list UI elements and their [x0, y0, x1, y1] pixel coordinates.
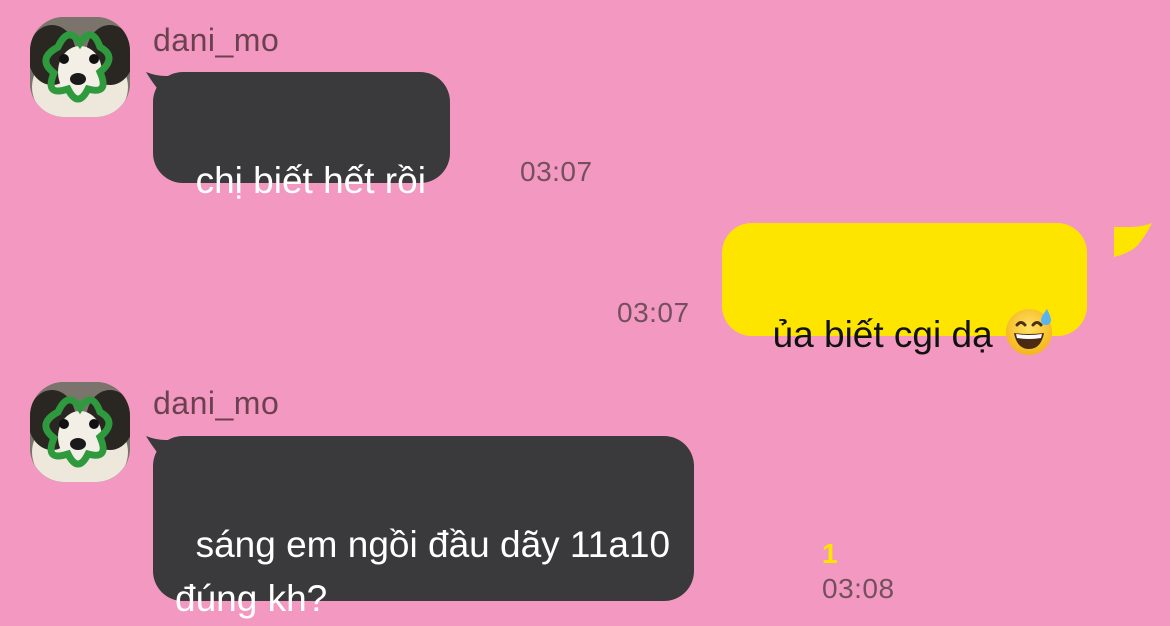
unread-count: 1 — [822, 538, 838, 569]
message-time: 03:07 — [520, 156, 593, 187]
message-bubble[interactable]: sáng em ngồi đầu dãy 11a10 đúng kh? — [153, 436, 695, 619]
dog-avatar-icon — [30, 17, 130, 117]
message-bubble[interactable]: chị biết hết rồi — [153, 72, 450, 201]
message-time: 03:07 — [617, 297, 690, 328]
message-text: ủa biết cgi dạ — [772, 314, 993, 355]
grinning-sweat-emoji — [1005, 309, 1052, 355]
dog-avatar-icon — [30, 382, 130, 482]
bubble-tail — [1114, 223, 1152, 257]
sender-avatar[interactable] — [30, 382, 130, 482]
message-time: 03:08 — [822, 573, 895, 604]
message-text: chị biết hết rồi — [195, 160, 426, 201]
sender-name: dani_mo — [153, 22, 280, 58]
message-text: sáng em ngồi đầu dãy 11a10 đúng kh? — [175, 524, 671, 619]
sender-name: dani_mo — [153, 385, 280, 421]
message-bubble[interactable]: ủa biết cgi dạ — [722, 223, 1087, 355]
sender-avatar[interactable] — [30, 17, 130, 117]
